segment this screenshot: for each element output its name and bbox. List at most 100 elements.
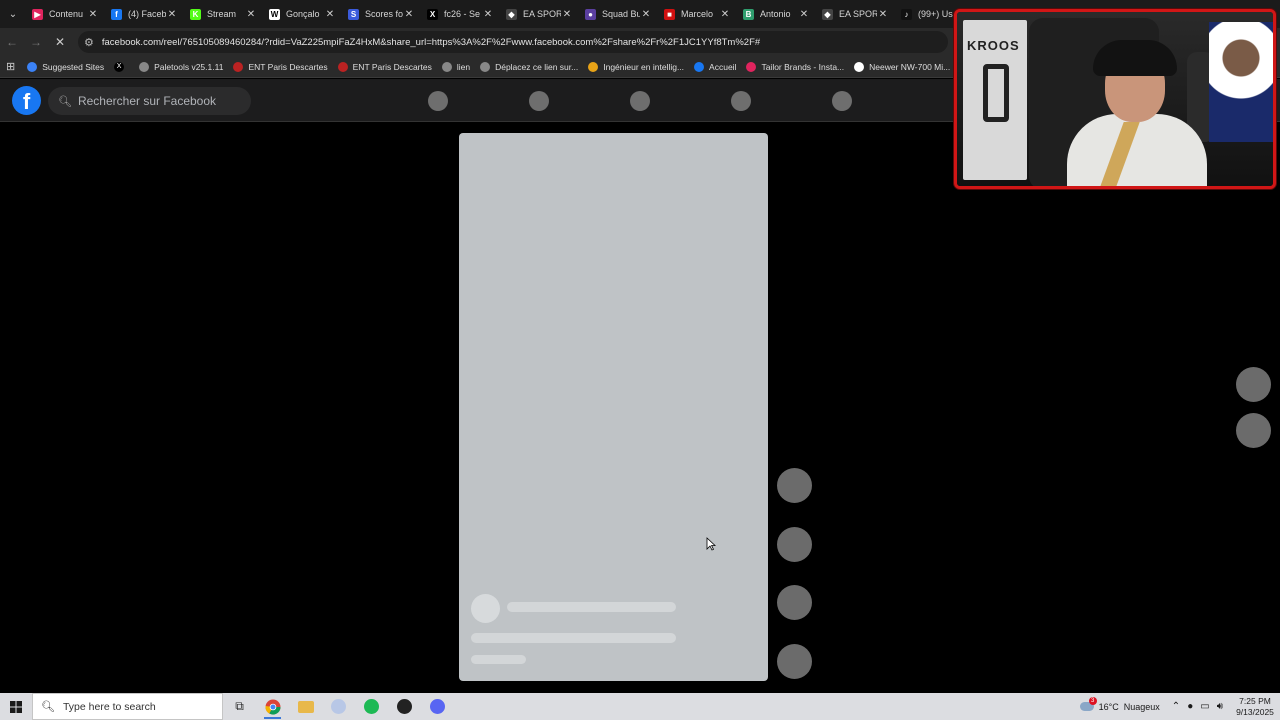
comment-button[interactable]: [777, 527, 812, 562]
bookmark-favicon-icon: [337, 61, 348, 72]
browser-tab[interactable]: Xfc26 - Se ✕: [421, 0, 500, 28]
tab-close-icon[interactable]: ✕: [719, 9, 731, 20]
microphone-tray-icon[interactable]: ●: [1187, 701, 1193, 712]
bookmark-item[interactable]: X: [114, 61, 129, 72]
tab-title: (4) Faceb: [128, 9, 166, 19]
browser-tab[interactable]: K Stream ✕: [184, 0, 263, 28]
system-tray: 3 16°C Nuageux ⌃ ● ▭ 🔊︎ 7:25 PM 9/13/202…: [1079, 693, 1280, 720]
tab-close-icon[interactable]: ✕: [877, 9, 889, 20]
stop-loading-button[interactable]: ✕: [48, 28, 72, 56]
bookmark-item[interactable]: Paletools v25.1.11: [139, 61, 223, 72]
tab-close-icon[interactable]: ✕: [561, 9, 573, 20]
tab-title: Squad Bu: [602, 9, 640, 19]
bookmark-label: ENT Paris Descartes: [248, 61, 328, 72]
facebook-search-box[interactable]: 🔍︎: [48, 87, 251, 115]
tab-close-icon[interactable]: ✕: [403, 9, 415, 20]
tab-title: EA SPOR: [839, 9, 877, 19]
tab-favicon-icon: W: [269, 8, 280, 20]
share-button[interactable]: [777, 585, 812, 620]
tab-search-chevron-icon[interactable]: ⌄: [0, 0, 26, 28]
bookmark-label: Ingénieur en intellig...: [603, 61, 685, 72]
browser-tab[interactable]: W Gonçalo ✕: [263, 0, 342, 28]
streaming-app-icon[interactable]: [421, 693, 454, 720]
next-reel-button[interactable]: [1236, 413, 1271, 448]
tab-close-icon[interactable]: ✕: [324, 9, 336, 20]
previous-reel-button[interactable]: [1236, 367, 1271, 402]
apps-grid-icon[interactable]: ⊞: [6, 60, 15, 73]
bookmark-label: Accueil: [709, 61, 737, 72]
weather-cloud-icon: 3: [1079, 697, 1097, 711]
taskbar-search-box[interactable]: 🔍︎: [32, 693, 223, 720]
nav-groups-icon[interactable]: [731, 91, 751, 111]
bookmark-label: Suggested Sites: [42, 61, 105, 72]
forward-button[interactable]: →: [24, 28, 48, 56]
bookmark-item[interactable]: Neewer NW-700 Mi...: [854, 61, 950, 72]
tab-close-icon[interactable]: ✕: [640, 9, 652, 20]
bookmark-favicon-icon: [588, 61, 599, 72]
task-view-icon[interactable]: ⧉: [223, 693, 256, 720]
more-options-button[interactable]: [777, 644, 812, 679]
back-button[interactable]: ←: [0, 28, 24, 56]
tab-close-icon[interactable]: ✕: [166, 9, 178, 20]
bookmark-item[interactable]: Suggested Sites: [27, 61, 105, 72]
weather-widget[interactable]: 3 16°C Nuageux: [1079, 697, 1160, 712]
bookmark-item[interactable]: lien: [441, 61, 470, 72]
bookmark-item[interactable]: ENT Paris Descartes: [337, 61, 432, 72]
nav-gaming-icon[interactable]: [832, 91, 852, 111]
tab-title: Marcelo: [681, 9, 714, 19]
weather-temp: 16°C: [1098, 701, 1119, 712]
tab-close-icon[interactable]: ✕: [482, 9, 494, 20]
bookmark-favicon-icon: [27, 61, 38, 72]
site-info-icon[interactable]: ⚙: [84, 36, 94, 49]
browser-tab[interactable]: S Scores fo ✕: [342, 0, 421, 28]
chrome-app-icon[interactable]: [256, 693, 289, 720]
bookmark-item[interactable]: Tailor Brands - Insta...: [746, 61, 845, 72]
bookmark-favicon-icon: [746, 61, 757, 72]
snipping-tool-icon[interactable]: [322, 693, 355, 720]
browser-tab[interactable]: ◆ EA SPOR ✕: [500, 0, 579, 28]
reel-video-placeholder[interactable]: [459, 133, 768, 681]
browser-tab[interactable]: ■ Marcelo ✕: [658, 0, 737, 28]
nav-video-icon[interactable]: [529, 91, 549, 111]
browser-tab[interactable]: B Antonio ✕: [737, 0, 816, 28]
windows-start-icon[interactable]: [0, 693, 32, 720]
nav-marketplace-icon[interactable]: [630, 91, 650, 111]
tab-close-icon[interactable]: ✕: [798, 9, 810, 20]
obs-icon[interactable]: [388, 693, 421, 720]
browser-tab[interactable]: ◆ EA SPOR ✕: [816, 0, 895, 28]
bookmark-label: Tailor Brands - Insta...: [761, 61, 845, 72]
bookmark-item[interactable]: Accueil: [694, 61, 737, 72]
tab-close-icon[interactable]: ✕: [87, 9, 99, 20]
bookmark-item[interactable]: Déplacez ce lien sur...: [480, 61, 578, 72]
tab-close-icon[interactable]: ✕: [245, 9, 257, 20]
nav-home-icon[interactable]: [428, 91, 448, 111]
mouse-cursor-icon: [706, 537, 716, 551]
tab-favicon-icon: f: [111, 8, 122, 20]
tab-favicon-icon: ●: [585, 8, 596, 20]
search-icon: 🔍︎: [58, 95, 72, 108]
tab-title: Gonçalo: [286, 9, 320, 19]
like-button[interactable]: [777, 468, 812, 503]
browser-tab[interactable]: ▶ Contenu ✕: [26, 0, 105, 28]
tab-title: Scores fo: [365, 9, 403, 19]
bookmark-item[interactable]: Ingénieur en intellig...: [588, 61, 685, 72]
browser-tab[interactable]: ● Squad Bu ✕: [579, 0, 658, 28]
facebook-search-input[interactable]: [77, 94, 248, 108]
spotify-icon[interactable]: [355, 693, 388, 720]
bookmark-item[interactable]: ENT Paris Descartes: [233, 61, 328, 72]
taskbar-clock[interactable]: 7:25 PM 9/13/2025: [1230, 696, 1280, 718]
taskbar-search-input[interactable]: [62, 700, 222, 713]
skeleton-caption-line-short: [471, 655, 526, 664]
webcam-overlay: KROOS: [954, 9, 1276, 189]
browser-tab[interactable]: f (4) Faceb ✕: [105, 0, 184, 28]
address-bar[interactable]: ⚙ facebook.com/reel/765105089460284/?rdi…: [78, 31, 948, 53]
facebook-logo-icon[interactable]: f: [12, 86, 41, 115]
network-icon[interactable]: ▭: [1200, 701, 1209, 712]
volume-icon[interactable]: 🔊︎: [1217, 701, 1223, 712]
file-explorer-icon[interactable]: [289, 693, 322, 720]
tab-title: (99+) Us: [918, 9, 953, 19]
address-url: facebook.com/reel/765105089460284/?rdid=…: [101, 36, 761, 48]
bookmark-favicon-icon: [233, 61, 244, 72]
tray-chevron-up-icon[interactable]: ⌃: [1172, 701, 1180, 712]
streamer-cap: [1093, 40, 1177, 76]
